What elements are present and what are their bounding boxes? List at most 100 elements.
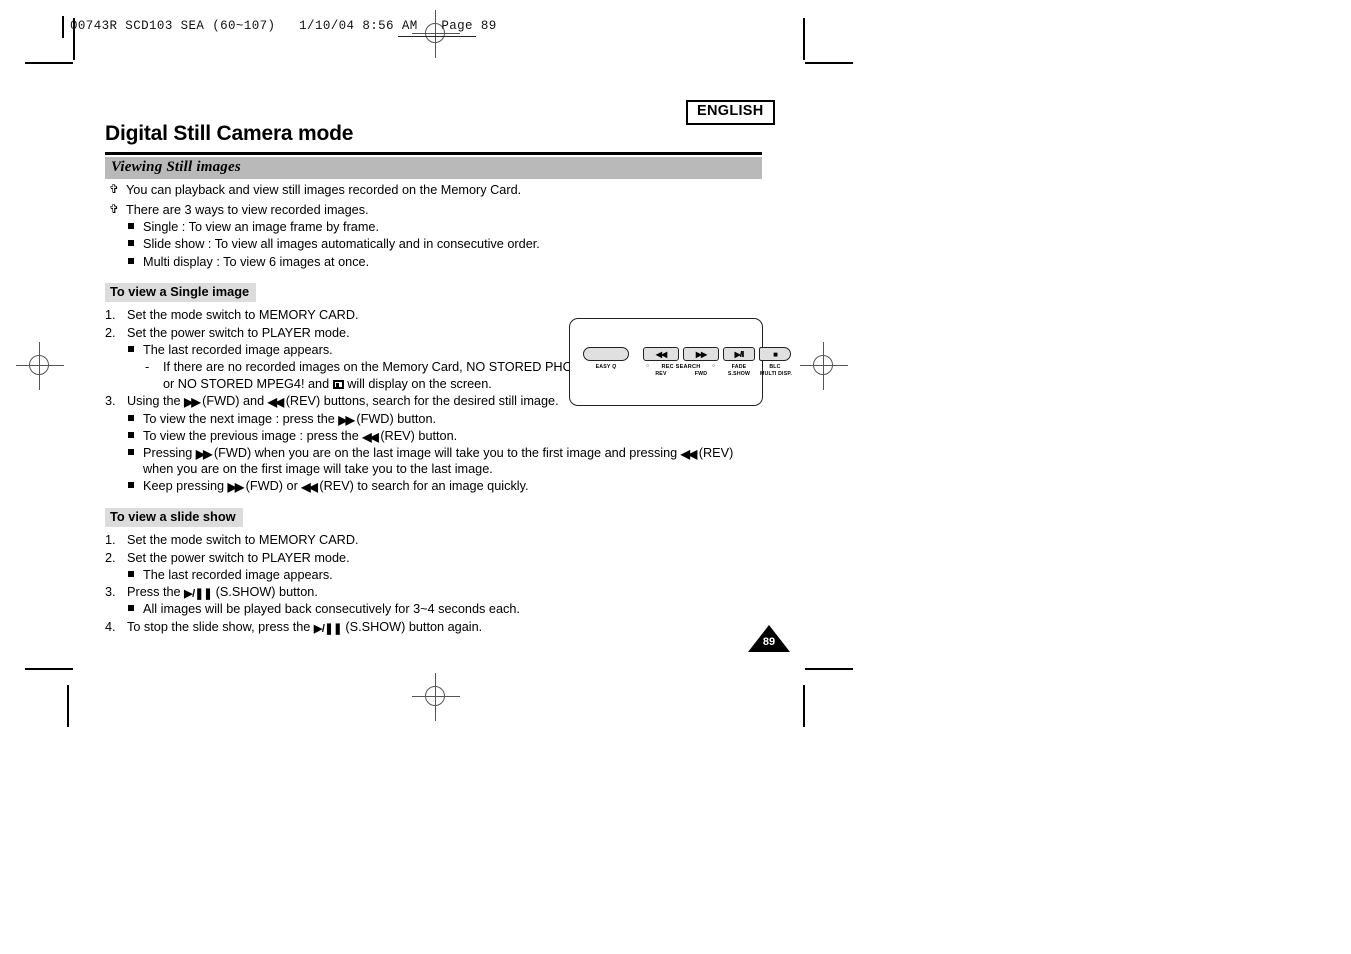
rewind-icon: ◀◀ (655, 349, 667, 359)
intro-bullet-text: You can playback and view still images r… (126, 183, 522, 198)
subsection-heading-single-image: To view a Single image (105, 282, 257, 303)
intro-bullet: ✞ You can playback and view still images… (105, 182, 765, 199)
way-text: Single : To view an image frame by frame… (143, 220, 379, 235)
rev-button: ◀◀ (643, 347, 679, 361)
rec-search-right-dot-icon: ○ (712, 363, 716, 369)
fast-forward-icon: ▶▶ (195, 446, 213, 461)
easy-q-icon: Q (612, 364, 617, 370)
bullet-text-post: (FWD) button. (356, 411, 437, 426)
intro-bullet-text: There are 3 ways to view recorded images… (126, 202, 369, 217)
list-item: Multi display : To view 6 images at once… (105, 254, 765, 270)
fast-forward-icon: ▶▶ (695, 349, 707, 359)
crop-mark-bottom-left-horizontal (25, 668, 73, 670)
crop-mark-top-right-vertical (803, 18, 805, 60)
substep-text: All images will be played back consecuti… (143, 602, 520, 617)
square-bullet-icon (128, 605, 134, 612)
step: 1. Set the mode switch to MEMORY CARD. (105, 532, 765, 548)
subsection-heading-slide-show: To view a slide show (105, 507, 243, 528)
dash-bullet-icon: - (145, 360, 150, 375)
note-text-post: will display on the screen. (347, 376, 492, 391)
rev-button-label: REV (655, 371, 667, 377)
step-text-mid: (FWD) and (202, 394, 265, 409)
crop-mark-top-right-horizontal (805, 62, 853, 64)
print-header-text: 00743R SCD103 SEA (60~107) 1/10/04 8:56 … (70, 19, 497, 33)
fast-forward-icon: ▶▶ (184, 395, 201, 410)
step-number: 1. (105, 308, 116, 323)
bullet-text-line3: to the last image. (396, 462, 493, 477)
bullet-text-mid: (FWD) or (245, 479, 298, 494)
square-bullet-icon (128, 414, 134, 421)
step-text-post: (S.SHOW) button again. (345, 619, 483, 634)
bullet-text-pre: Keep pressing (143, 479, 225, 494)
fast-forward-icon: ▶▶ (227, 480, 245, 495)
list-item: To view the next image : press the ▶▶ (F… (105, 411, 765, 427)
note-text-pre: or NO STORED MPEG4! and (163, 376, 330, 391)
registration-mark-left (16, 342, 64, 390)
square-bullet-icon (128, 240, 134, 247)
square-bullet-icon (128, 448, 134, 455)
page-number: 89 (762, 636, 776, 648)
crop-mark-bottom-left-vertical (67, 685, 69, 727)
page-title: Digital Still Camera mode (105, 122, 354, 145)
step: 2. Set the power switch to PLAYER mode. (105, 550, 765, 566)
step-text-mid2: (REV) buttons, search for the desired st… (285, 394, 559, 409)
flower-bullet-icon: ✞ (109, 201, 120, 216)
square-bullet-icon (128, 431, 134, 438)
note-text: If there are no recorded images on the M… (163, 360, 594, 375)
play-pause-icon: ▶/II (734, 349, 745, 359)
bullet-text-post: (REV) button. (380, 428, 458, 443)
bullet-line2-pre: image and pressing (566, 445, 678, 460)
step-number: 2. (105, 550, 116, 565)
rewind-icon: ◀◀ (362, 429, 379, 444)
language-badge: ENGLISH (686, 100, 775, 125)
list-item: To view the previous image : press the ◀… (105, 428, 765, 444)
bullet-text-mid: (FWD) when you are on the last image wil… (213, 445, 563, 460)
memory-card-icon (332, 379, 344, 389)
fwd-button-label: FWD (694, 371, 708, 377)
crop-mark-bottom-right-horizontal (805, 668, 853, 670)
blc-multidisp-button: ■ (759, 347, 791, 361)
rec-search-label: REC SEARCH (661, 364, 701, 370)
square-bullet-icon (128, 346, 134, 352)
way-text: Slide show : To view all images automati… (143, 237, 540, 252)
step-number: 1. (105, 533, 116, 548)
stop-square-icon: ■ (773, 349, 778, 359)
list-item: Single : To view an image frame by frame… (105, 219, 765, 235)
print-header-underline (398, 36, 476, 37)
panel-inner: EASY Q ◀◀ REV ▶▶ FWD ○ REC SEARCH ○ ▶/II… (570, 319, 792, 405)
fade-sshow-button: ▶/II (723, 347, 755, 361)
step-text: Set the mode switch to MEMORY CARD. (127, 308, 359, 323)
camera-button-panel-figure: EASY Q ◀◀ REV ▶▶ FWD ○ REC SEARCH ○ ▶/II… (569, 318, 792, 406)
rewind-icon: ◀◀ (680, 446, 698, 461)
easy-button (583, 347, 629, 361)
crop-mark-top-left-horizontal (25, 62, 73, 64)
registration-mark-top (412, 10, 460, 58)
sshow-label: S.SHOW (727, 371, 751, 377)
list-item: Pressing ▶▶ (FWD) when you are on the la… (105, 445, 765, 477)
bullet-text-pre: To view the next image : press the (143, 411, 335, 426)
easy-button-label: EASY Q (595, 364, 617, 370)
intro-bullet: ✞ There are 3 ways to view recorded imag… (105, 202, 765, 219)
registration-mark-right (800, 342, 848, 390)
title-divider (105, 152, 762, 156)
step: 3. Press the ▶/❚❚ (S.SHOW) button. (105, 584, 765, 600)
play-pause-icon: ▶/❚❚ (313, 622, 342, 635)
bullet-text-post: (REV) to search for an image quickly. (319, 479, 529, 494)
square-bullet-icon (128, 223, 134, 230)
step: 4. To stop the slide show, press the ▶/❚… (105, 619, 765, 635)
square-bullet-icon (128, 482, 134, 489)
list-item: All images will be played back consecuti… (105, 601, 765, 617)
step-number: 3. (105, 585, 116, 600)
play-pause-icon: ▶/❚❚ (184, 588, 213, 601)
step-text: Set the power switch to PLAYER mode. (127, 325, 350, 340)
rewind-icon: ◀◀ (301, 480, 318, 495)
multi-disp-label: MULTI DISP. (760, 371, 792, 377)
bullet-text-pre: Pressing (143, 445, 193, 460)
square-bullet-icon (128, 257, 134, 264)
substep-text: The last recorded image appears. (143, 567, 333, 582)
section-heading: Viewing Still images (105, 157, 762, 180)
fast-forward-icon: ▶▶ (338, 412, 355, 427)
step-text: Set the power switch to PLAYER mode. (127, 550, 350, 565)
step-number: 3. (105, 394, 116, 409)
bullet-text-pre: To view the previous image : press the (143, 428, 359, 443)
